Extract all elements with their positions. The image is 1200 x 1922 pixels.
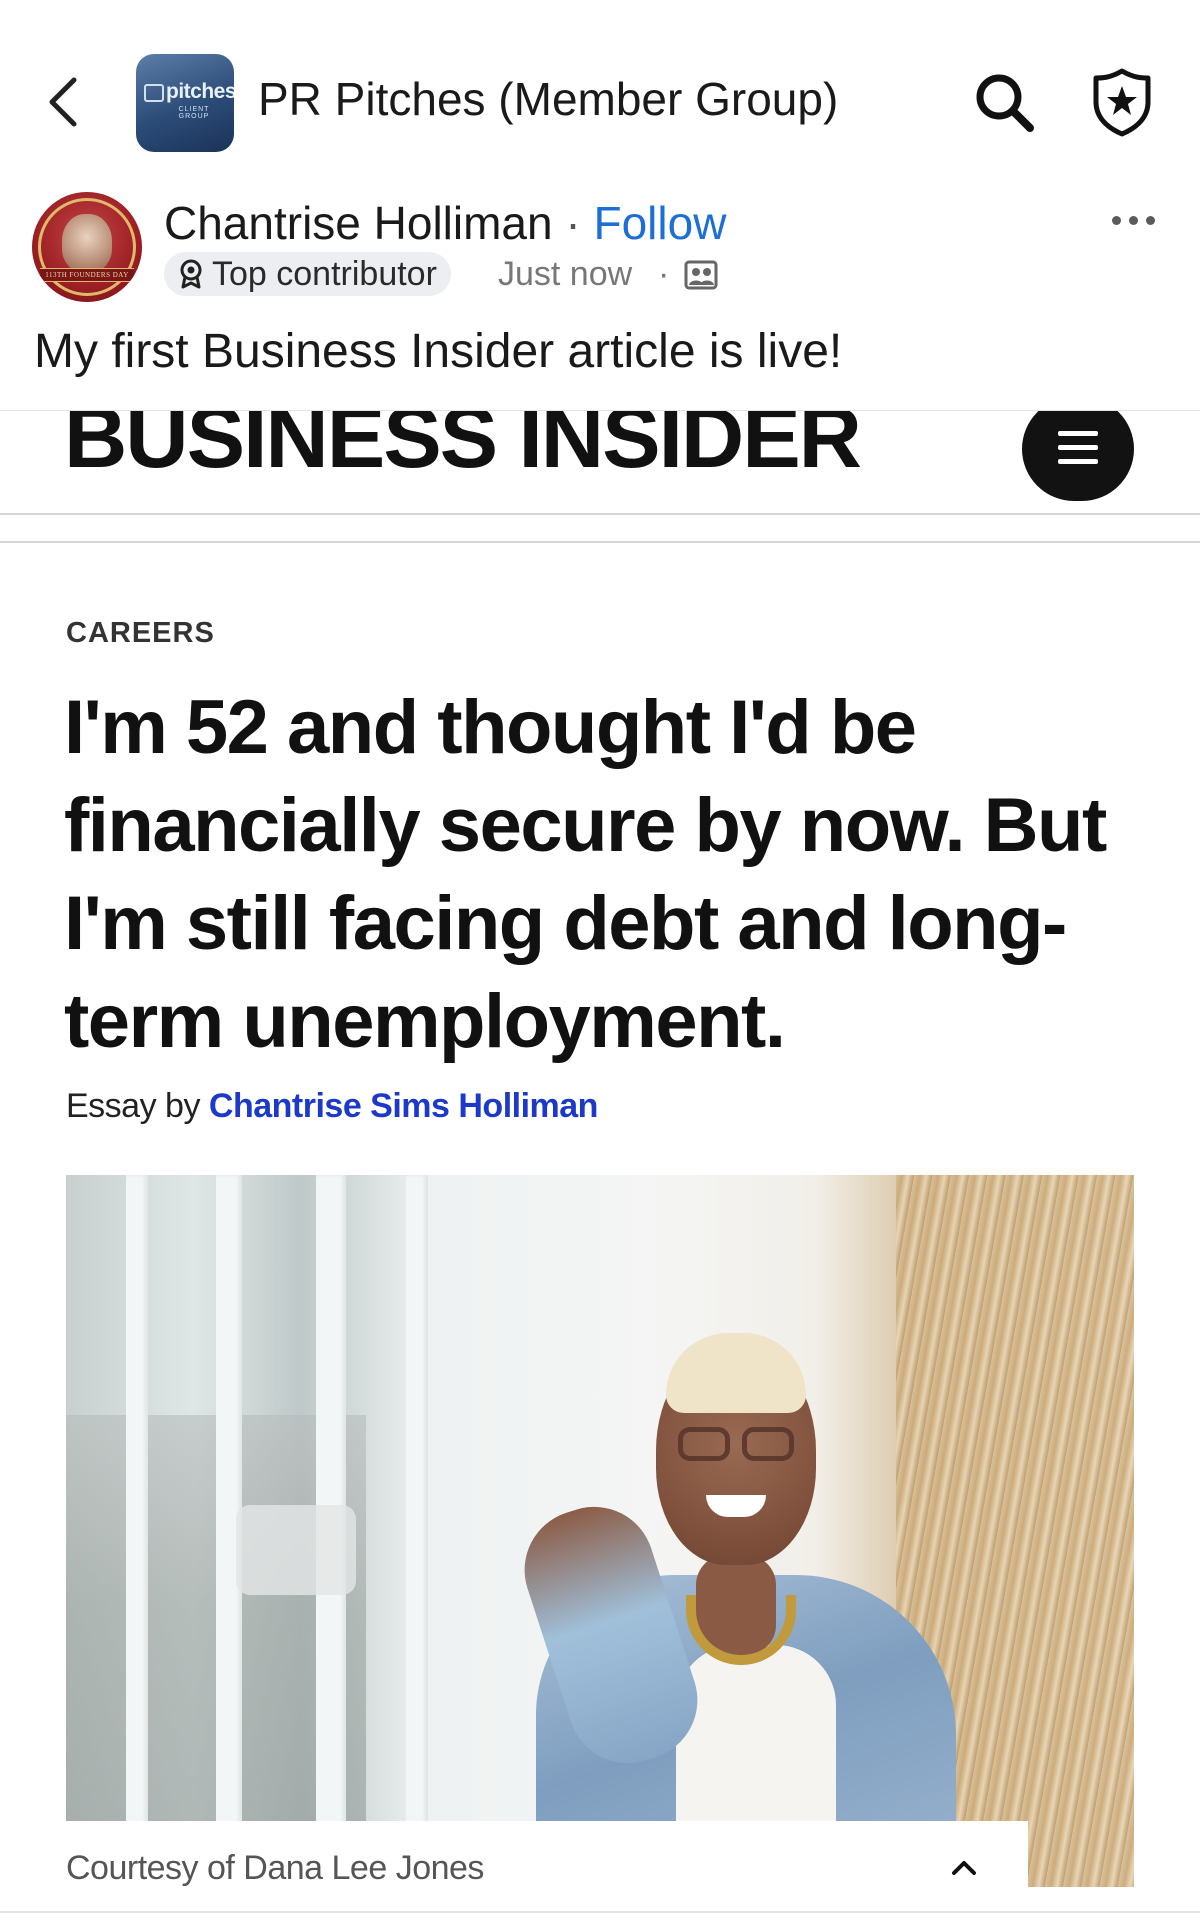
publication-logo: BUSINESS INSIDER [64, 410, 862, 486]
photo-glasses [678, 1427, 730, 1461]
group-header: pitches CLIENT GROUP PR Pitches (Member … [0, 0, 1200, 190]
article-headline: I'm 52 and thought I'd be financially se… [64, 685, 1107, 1064]
group-logo-subtext: CLIENT GROUP [178, 106, 210, 120]
chevron-left-icon [49, 77, 77, 127]
article-photo [66, 1175, 1134, 1887]
avatar-banner: 113TH FOUNDERS DAY [40, 268, 134, 282]
window-frame [406, 1175, 428, 1887]
back-button[interactable] [40, 70, 90, 134]
photo-caption: Courtesy of Dana Lee Jones [66, 1849, 484, 1887]
article-section: CAREERS [66, 617, 215, 649]
top-contributor-badge[interactable]: Top contributor [164, 252, 451, 296]
search-button[interactable] [972, 70, 1036, 134]
avatar-photo [62, 214, 112, 272]
byline-author: Chantrise Sims Holliman [208, 1087, 599, 1125]
article-byline: Essay by Chantrise Sims Holliman [66, 1087, 598, 1126]
chevron-up-icon [952, 1861, 976, 1875]
photo-glasses [742, 1427, 794, 1461]
contributor-badge-icon [180, 259, 202, 289]
shared-article-image[interactable]: BUSINESS INSIDER CAREERS I'm 52 and thou… [0, 410, 1200, 1922]
hamburger-menu-icon [1022, 411, 1134, 501]
window-frame [126, 1175, 148, 1887]
publication-header: BUSINESS INSIDER [0, 410, 1200, 515]
badge-label: Top contributor [212, 255, 437, 293]
post-text: My first Business Insider article is liv… [34, 325, 843, 378]
more-options-button[interactable] [1112, 208, 1162, 232]
caption-collapse-button[interactable] [944, 1847, 984, 1887]
photo-hair [666, 1333, 806, 1413]
meta-separator: · [658, 255, 670, 293]
post-timestamp[interactable]: Just now [498, 252, 632, 296]
photo-car [236, 1505, 356, 1595]
byline-prefix: Essay by [66, 1087, 200, 1125]
group-title[interactable]: PR Pitches (Member Group) [258, 72, 838, 126]
author-name[interactable]: Chantrise Holliman [164, 197, 553, 249]
separator: · [565, 197, 581, 249]
author-avatar[interactable]: 113TH FOUNDERS DAY [32, 192, 142, 302]
group-badge-button[interactable] [1090, 66, 1154, 138]
group-privacy-icon [684, 260, 718, 290]
follow-button[interactable]: Follow [594, 197, 727, 249]
group-logo-text: pitches [166, 80, 234, 103]
logo-mark-icon [144, 84, 164, 102]
star-shield-icon [1093, 68, 1151, 137]
search-icon [976, 74, 1034, 132]
author-line: Chantrise Holliman · Follow [164, 196, 726, 250]
divider [0, 541, 1200, 543]
group-logo[interactable]: pitches CLIENT GROUP [136, 54, 234, 152]
divider [0, 1911, 1200, 1913]
